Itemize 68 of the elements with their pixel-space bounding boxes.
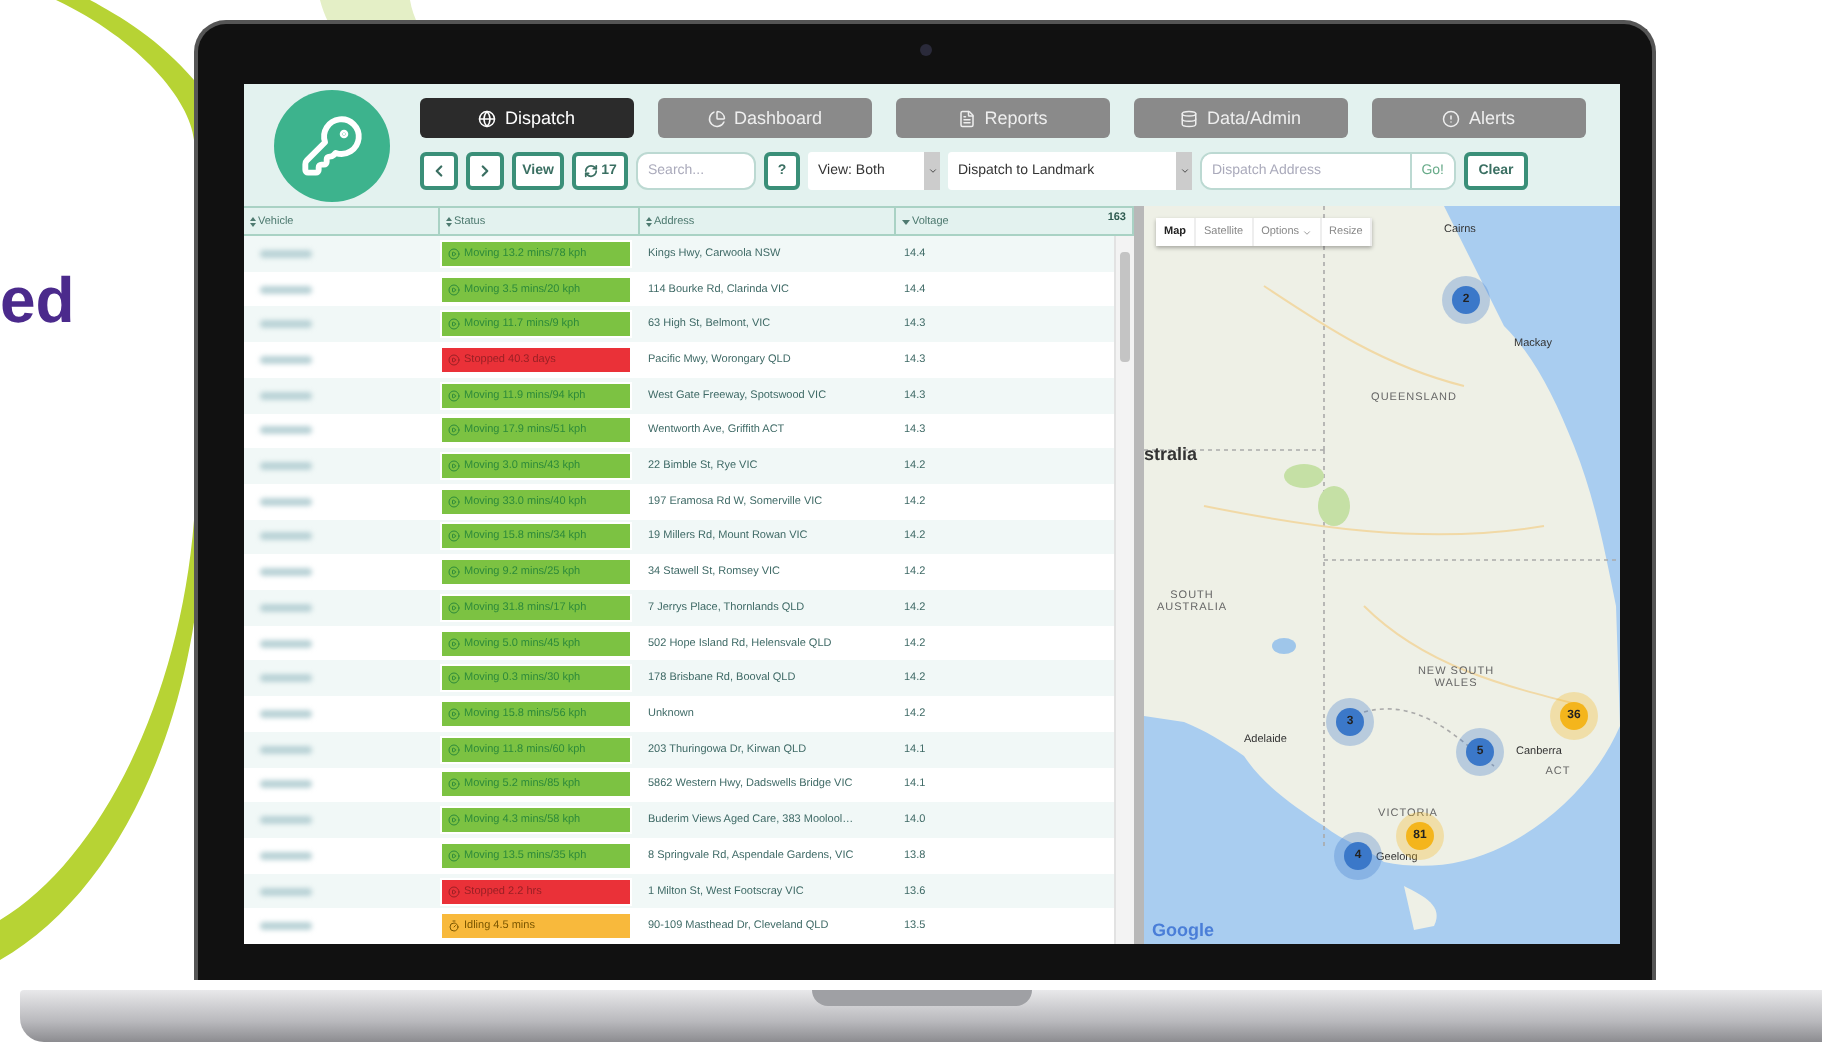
map-place-label: stralia (1144, 446, 1198, 466)
nav-tab[interactable]: Data/Admin (1134, 98, 1348, 138)
blurred-vehicle-id (260, 391, 312, 400)
database-icon (1180, 109, 1199, 127)
sort-icon (646, 215, 652, 227)
blurred-vehicle-id (260, 603, 312, 612)
play-circle-icon (448, 814, 460, 827)
play-circle-icon (448, 707, 460, 720)
alert-icon (1442, 109, 1461, 127)
sort-down-icon (902, 217, 910, 225)
play-circle-icon (448, 389, 460, 402)
nav-tab[interactable]: Reports (896, 98, 1110, 138)
blurred-vehicle-id (260, 639, 312, 648)
blurred-vehicle-id (260, 426, 312, 435)
blurred-vehicle-id (260, 568, 312, 577)
play-circle-icon (448, 885, 460, 897)
blurred-vehicle-id (260, 285, 312, 294)
timer-icon (448, 920, 460, 933)
blurred-vehicle-id (260, 745, 312, 754)
play-circle-icon (448, 778, 460, 791)
blurred-vehicle-id (260, 674, 312, 683)
play-circle-icon (448, 353, 460, 366)
blurred-vehicle-id (260, 887, 312, 895)
play-circle-icon (448, 743, 460, 756)
chevron-left-icon (430, 162, 448, 180)
camera-dot (919, 44, 931, 56)
play-circle-icon (448, 318, 460, 331)
play-circle-icon (448, 530, 460, 543)
play-circle-icon (448, 495, 460, 508)
play-circle-icon (448, 672, 460, 685)
play-circle-icon (448, 601, 460, 614)
next-button[interactable] (466, 152, 504, 190)
blurred-vehicle-id (260, 320, 312, 329)
sort-icon (446, 215, 452, 227)
headline-text: ed (0, 264, 75, 336)
play-circle-icon (448, 247, 460, 260)
blurred-vehicle-id (260, 462, 312, 471)
play-circle-icon (448, 566, 460, 579)
blurred-vehicle-id (260, 249, 312, 258)
pie-chart-icon (707, 109, 726, 127)
nav-tab[interactable]: Dashboard (658, 98, 872, 138)
sort-icon (250, 215, 256, 227)
play-circle-icon (448, 424, 460, 437)
previous-button[interactable] (420, 152, 458, 190)
play-circle-icon (448, 283, 460, 296)
blurred-vehicle-id (260, 851, 312, 860)
caret-icon (1301, 227, 1312, 237)
play-circle-icon (448, 460, 460, 473)
caret-icon (927, 166, 937, 176)
blurred-vehicle-id (260, 355, 312, 364)
chevron-right-icon (476, 162, 494, 180)
play-circle-icon (448, 849, 460, 862)
blurred-vehicle-id (260, 497, 312, 506)
document-icon (958, 109, 977, 127)
blurred-vehicle-id (260, 709, 312, 718)
blurred-vehicle-id (260, 780, 312, 789)
swoosh-drawing (56, 0, 194, 140)
caret-icon (1179, 166, 1189, 176)
nav-tab[interactable]: Alerts (1372, 98, 1586, 138)
play-circle-icon (448, 637, 460, 650)
blurred-vehicle-id (260, 816, 312, 825)
nav-tab[interactable]: Dispatch (420, 98, 634, 138)
map-logo: Google (1152, 920, 1214, 940)
blurred-vehicle-id (260, 532, 312, 541)
refresh-icon (583, 164, 598, 178)
globe-icon (478, 109, 497, 127)
scrollbar[interactable] (1114, 236, 1134, 944)
blurred-vehicle-id (260, 922, 312, 931)
